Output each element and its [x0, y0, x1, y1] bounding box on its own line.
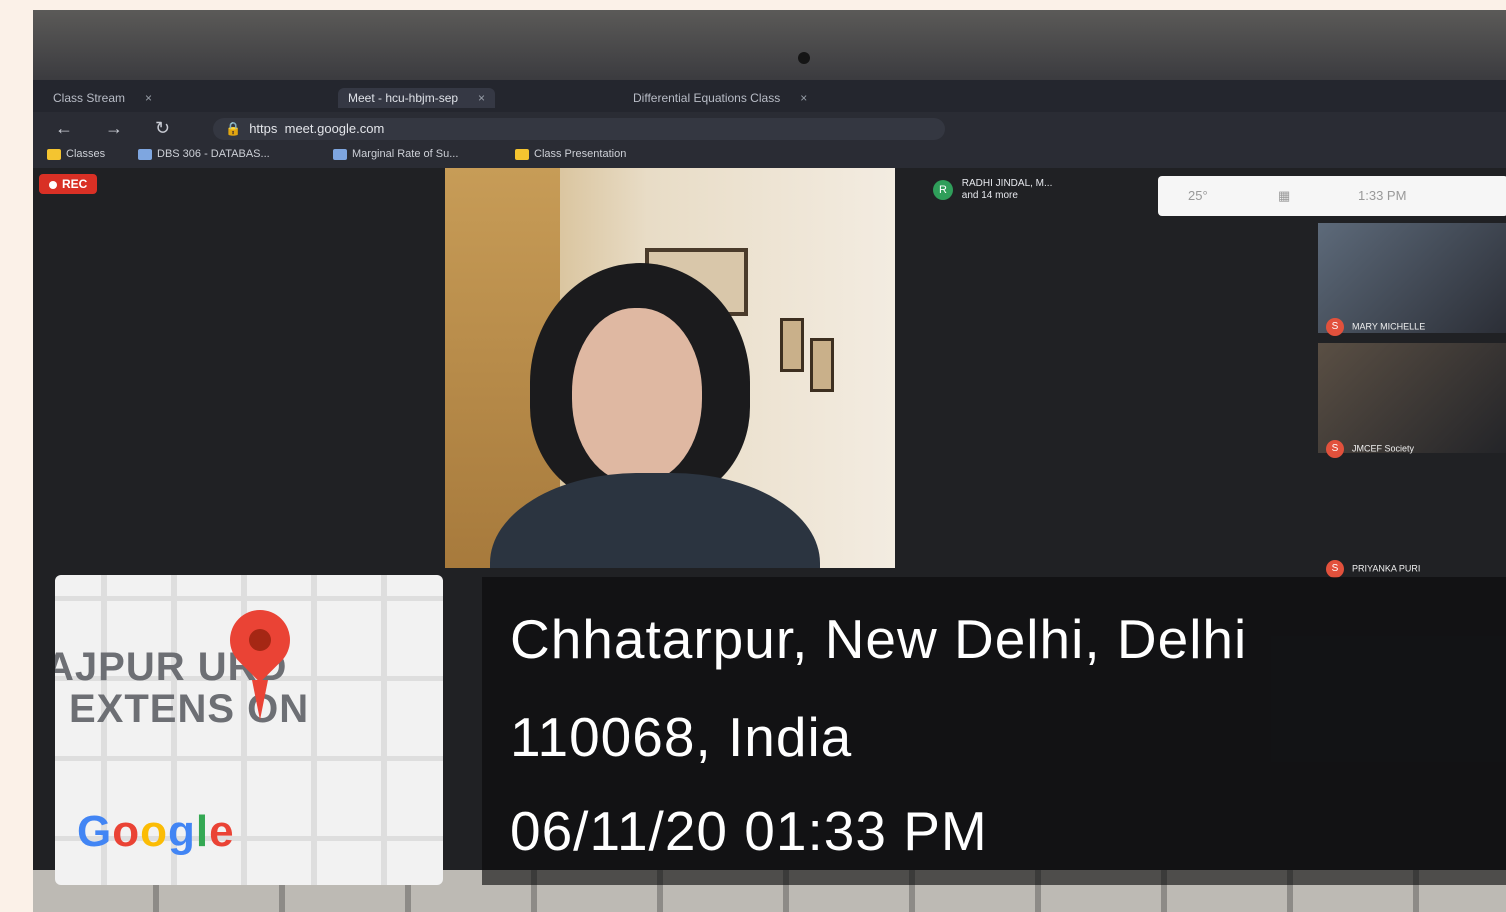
url-scheme: https	[249, 121, 278, 136]
google-logo: Google	[77, 807, 235, 856]
reload-icon[interactable]: ↻	[155, 118, 170, 139]
bookmark-label: Class Presentation	[534, 148, 627, 160]
map-place-label: EXTENS ON	[69, 687, 310, 731]
recording-badge: REC	[39, 174, 98, 194]
postal-line: 110068, India	[510, 706, 853, 768]
tab-meet[interactable]: Meet - hcu-hbjm-sep ×	[338, 88, 496, 108]
avatar: S	[1326, 560, 1344, 578]
bookmark-label: Marginal Rate of Su...	[352, 148, 459, 160]
participant-sub: and 14 more	[961, 190, 1018, 201]
geotag-overlay: Chhatarpur, New Delhi, Delhi 110068, Ind…	[482, 577, 1506, 885]
participant-name: MARY MICHELLE	[1352, 321, 1426, 332]
participant-tile[interactable]	[1318, 223, 1506, 333]
address-bar: ← → ↻ 🔒 https meet.google.com	[33, 112, 1506, 144]
tab-label: Class Stream	[53, 91, 126, 105]
avatar: R	[933, 180, 953, 200]
bookmarks-bar: Classes DBS 306 - DATABAS... Marginal Ra…	[33, 144, 1506, 169]
participant-name: JMCEF Society	[1352, 443, 1415, 454]
url-text: meet.google.com	[284, 121, 385, 136]
participant-label: S JMCEF Society	[1326, 440, 1414, 458]
lock-icon: 🔒	[225, 121, 242, 136]
speaker-jacket	[490, 473, 820, 568]
tab-label: Meet - hcu-hbjm-sep	[348, 91, 459, 105]
timestamp-line: 06/11/20 01:33 PM	[510, 800, 988, 862]
tab-differential-equations[interactable]: Differential Equations Class ×	[633, 88, 807, 108]
map-thumbnail: AJPUR URD EXTENS ON Google	[55, 575, 443, 885]
clock-time: 1:33 PM	[1358, 188, 1407, 203]
avatar: S	[1326, 440, 1344, 458]
calendar-icon: ▦	[1278, 188, 1291, 203]
participant-name: PRIYANKA PURI	[1352, 563, 1421, 574]
folder-icon	[47, 148, 61, 160]
pinned-participant: R RADHI JINDAL, M... and 14 more	[933, 178, 1052, 202]
map-pin-tail	[252, 680, 268, 720]
close-icon[interactable]: ×	[800, 91, 807, 105]
bookmark-icon	[138, 148, 152, 160]
browser-tab-bar: Class Stream × Meet - hcu-hbjm-sep × Diffe…	[33, 80, 1506, 112]
location-line: Chhatarpur, New Delhi, Delhi	[510, 608, 1248, 670]
bookmark-class-presentation[interactable]: Class Presentation	[515, 148, 626, 160]
bookmark-icon	[333, 148, 347, 160]
back-icon[interactable]: ←	[55, 118, 73, 139]
record-dot-icon	[49, 180, 57, 189]
tab-class-stream[interactable]: Class Stream ×	[53, 88, 152, 108]
bookmark-label: Classes	[66, 148, 106, 160]
temperature: 25°	[1188, 188, 1208, 203]
url-field[interactable]: 🔒 https meet.google.com	[213, 118, 945, 140]
main-video-tile[interactable]	[445, 168, 895, 568]
folder-icon	[515, 148, 529, 160]
bookmark-classes[interactable]: Classes	[47, 148, 105, 160]
participant-tile[interactable]	[1318, 343, 1506, 453]
close-icon[interactable]: ×	[145, 91, 152, 105]
bookmark-marginal-rate[interactable]: Marginal Rate of Su...	[333, 148, 458, 160]
tab-label: Differential Equations Class	[633, 91, 781, 105]
recording-label: REC	[62, 177, 88, 191]
speaker-face	[572, 308, 702, 483]
speaker	[490, 263, 820, 568]
bookmark-label: DBS 306 - DATABAS...	[157, 148, 270, 160]
bookmark-dbs[interactable]: DBS 306 - DATABAS...	[138, 148, 270, 160]
participant-name: RADHI JINDAL, M...	[961, 178, 1053, 189]
close-icon[interactable]: ×	[478, 91, 485, 105]
forward-icon[interactable]: →	[105, 118, 123, 139]
avatar: S	[1326, 318, 1344, 336]
participant-label: S MARY MICHELLE	[1326, 318, 1425, 336]
laptop-bezel	[33, 10, 1506, 80]
participant-label: S PRIYANKA PURI	[1326, 560, 1420, 578]
weather-clock-widget: 25° ▦ 1:33 PM	[1158, 176, 1506, 216]
webcam-icon	[798, 52, 810, 64]
